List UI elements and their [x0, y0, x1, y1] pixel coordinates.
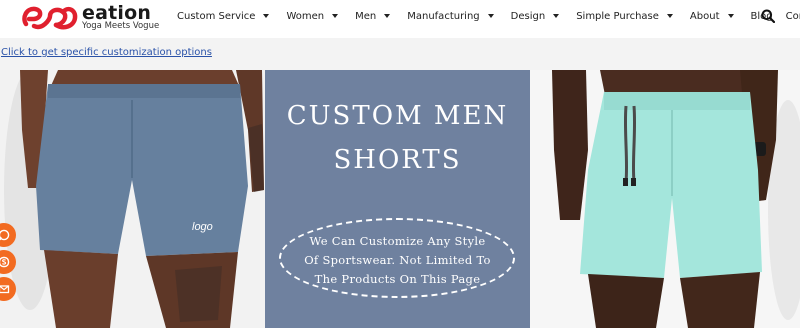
site-header: eation Yoga Meets Vogue Custom Service W… [0, 0, 800, 38]
promo-subtitle-line-3: The Products On This Page [314, 272, 481, 286]
whatsapp-icon [0, 229, 10, 241]
product-photo-grey-shorts: logo [0, 70, 265, 328]
nav-item-manufacturing[interactable]: Manufacturing [407, 10, 494, 22]
promo-subtitle-line-2: Of Sportswear. Not Limited To [304, 253, 491, 267]
nav-item-label: About [689, 10, 720, 22]
chevron-down-icon [384, 14, 391, 18]
email-icon [0, 285, 10, 294]
product-photo-mint-shorts [530, 70, 800, 328]
brand-logo-icon [22, 6, 78, 30]
promo-panel: CUSTOM MEN SHORTS We Can Customize Any S… [265, 70, 530, 328]
chevron-down-icon [487, 14, 494, 18]
nav-item-contact[interactable]: Contact [786, 11, 800, 22]
nav-item-label: Contact [785, 10, 800, 22]
mint-shorts-illustration [530, 70, 800, 328]
nav-item-design[interactable]: Design [511, 11, 560, 22]
nav-item-women[interactable]: Women [286, 10, 339, 22]
promo-title-line-1: CUSTOM MEN [286, 101, 509, 131]
chevron-down-icon [553, 14, 560, 18]
nav-item-men[interactable]: Men [355, 10, 391, 22]
chevron-down-icon [332, 14, 339, 18]
promo-subtitle-line-1: We Can Customize Any Style [309, 234, 486, 248]
grey-shorts-illustration: logo [0, 70, 265, 328]
search-icon[interactable] [761, 9, 775, 23]
chevron-down-icon [263, 14, 270, 18]
shorts-logo-text: logo [192, 221, 213, 233]
main-nav: Custom Service Women Men Manufacturing D… [177, 0, 800, 32]
nav-item-label: Design [510, 10, 546, 22]
chevron-down-icon [727, 14, 734, 18]
nav-item-label: Custom Service [177, 10, 256, 22]
hero-banner: logo CUSTOM MEN SHORTS We Can Customize … [0, 70, 800, 328]
nav-item-simple-purchase[interactable]: Simple Purchase [576, 11, 673, 22]
nav-item-label: Manufacturing [407, 10, 480, 22]
brand-tagline: Yoga Meets Vogue [82, 21, 160, 31]
nav-item-label: Men [355, 10, 377, 22]
nav-item-about[interactable]: About [690, 11, 734, 22]
promo-title-line-2: SHORTS [333, 145, 462, 175]
skype-icon [0, 256, 10, 268]
nav-item-custom-service[interactable]: Custom Service [177, 10, 270, 22]
chevron-down-icon [666, 14, 673, 18]
customization-options-link[interactable]: Click to get specific customization opti… [1, 47, 212, 58]
brand-logo[interactable]: eation Yoga Meets Vogue [20, 2, 160, 34]
nav-item-label: Simple Purchase [576, 10, 659, 22]
nav-item-label: Women [286, 10, 325, 22]
